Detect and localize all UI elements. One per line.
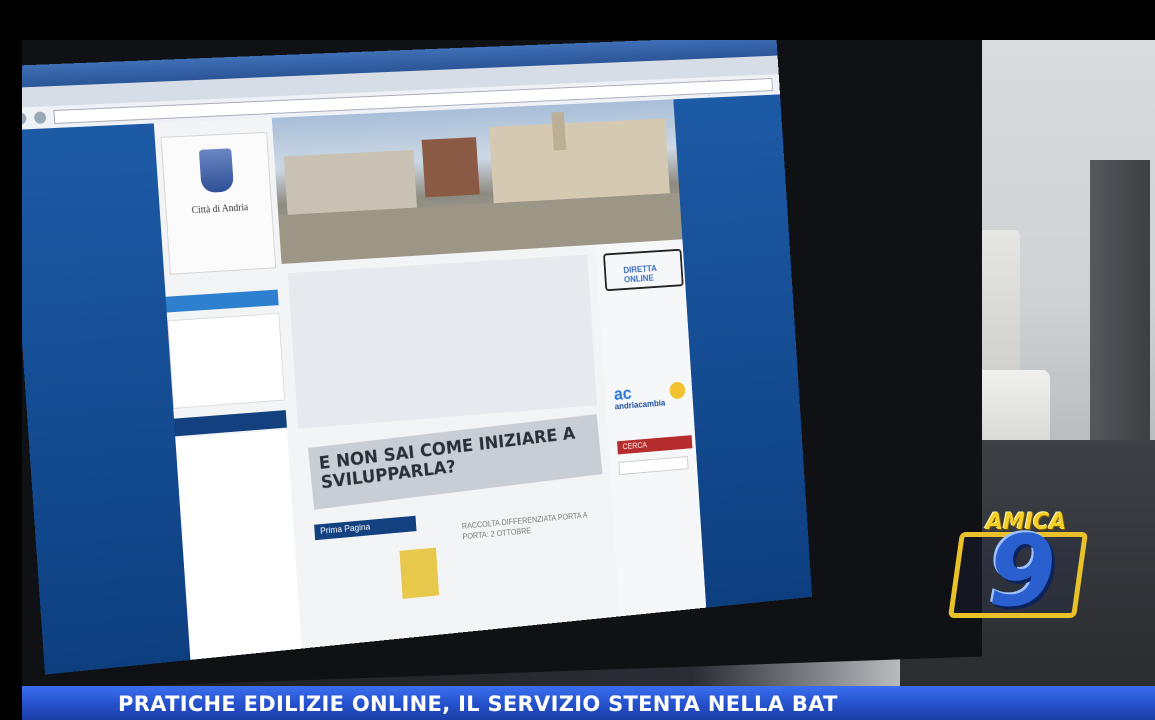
andria-cambia-icon: ac xyxy=(613,383,633,404)
hero-tower xyxy=(551,111,567,151)
diretta-online-banner: DIRETTA ONLINE xyxy=(603,248,684,292)
city-logo-box: Città di Andria xyxy=(160,131,277,275)
cerca-header: CERCA xyxy=(617,435,693,455)
promo-banner: E NON SAI COME INIZIARE A SVILUPPARLA? xyxy=(308,414,603,510)
prima-pagina-header: Prima Pagina xyxy=(314,515,417,541)
city-name: Città di Andria xyxy=(191,202,249,217)
city-crest-icon xyxy=(198,148,235,194)
news-ticker: PRATICHE EDILIZIE ONLINE, IL SERVIZIO ST… xyxy=(22,686,1155,720)
website: Città di Andria E NON SAI COME INIZIARE … xyxy=(7,94,813,675)
background-object xyxy=(1090,160,1150,480)
website-page: Città di Andria E NON SAI COME INIZIARE … xyxy=(153,99,707,660)
channel-number: 9 xyxy=(988,515,1057,629)
channel-logo: 9 AMICA xyxy=(947,510,1089,629)
menu-area xyxy=(287,254,598,429)
prima-pagina-text: RACCOLTA DIFFERENZIATA PORTA A PORTA: 2 … xyxy=(461,510,588,542)
hero-photo xyxy=(271,99,683,264)
forward-icon xyxy=(33,111,47,124)
andria-cambia-banner: ac andriacambia xyxy=(613,379,690,417)
news-thumbnail xyxy=(399,547,440,599)
tv-frame: Città di Andria E NON SAI COME INIZIARE … xyxy=(0,0,1155,720)
side-header xyxy=(165,289,279,313)
letterbox-left xyxy=(0,0,22,720)
ticker-headline: PRATICHE EDILIZIE ONLINE, IL SERVIZIO ST… xyxy=(118,692,838,716)
right-column: DIRETTA ONLINE ac andriacambia CERCA xyxy=(595,239,707,617)
side-menu xyxy=(175,429,302,660)
monitor-screen: Città di Andria E NON SAI COME INIZIARE … xyxy=(2,35,813,675)
channel-name: AMICA xyxy=(986,510,1067,535)
search-box xyxy=(618,456,689,476)
hero-building xyxy=(421,137,480,198)
side-news-box xyxy=(167,312,286,409)
letterbox-top xyxy=(0,0,1155,40)
sun-icon xyxy=(669,381,686,400)
